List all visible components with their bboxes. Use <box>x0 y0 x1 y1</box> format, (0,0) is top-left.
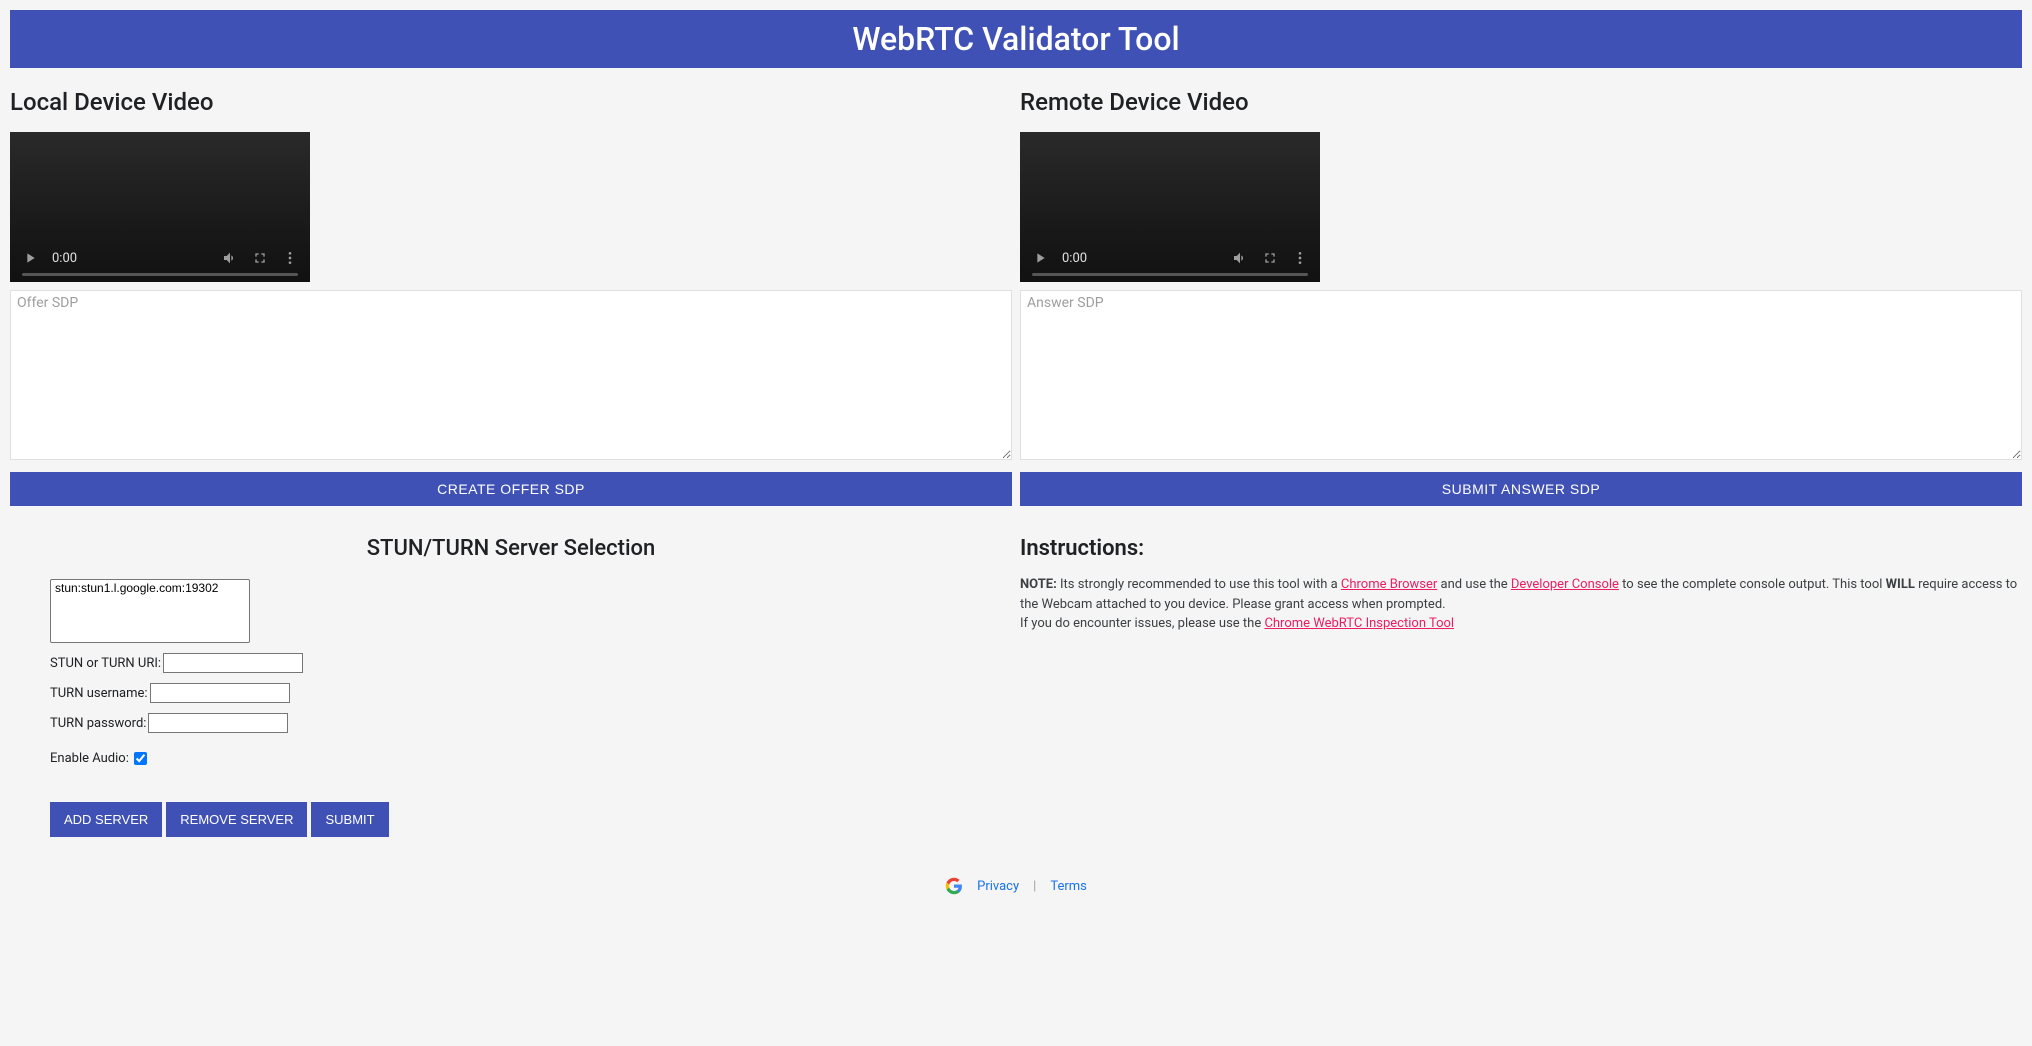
fullscreen-icon[interactable] <box>252 250 268 266</box>
more-icon[interactable] <box>282 250 298 266</box>
more-icon[interactable] <box>1292 250 1308 266</box>
answer-sdp-textarea[interactable] <box>1020 290 2022 460</box>
uri-label: STUN or TURN URI: <box>50 656 161 671</box>
offer-sdp-textarea[interactable] <box>10 290 1012 460</box>
submit-server-button[interactable]: SUBMIT <box>311 802 388 837</box>
server-option[interactable]: stun:stun1.l.google.com:19302 <box>51 580 249 596</box>
local-column: Local Device Video 0:00 <box>10 88 1012 837</box>
page-header: WebRTC Validator Tool <box>10 10 2022 68</box>
chrome-browser-link[interactable]: Chrome Browser <box>1341 577 1437 592</box>
enable-audio-label: Enable Audio: <box>50 751 129 766</box>
instructions-paragraph-2: If you do encounter issues, please use t… <box>1020 614 2022 634</box>
submit-answer-button[interactable]: SUBMIT ANSWER SDP <box>1020 472 2022 506</box>
local-video-time: 0:00 <box>52 251 77 266</box>
remote-video-time: 0:00 <box>1062 251 1087 266</box>
volume-icon[interactable] <box>1232 250 1248 266</box>
play-icon[interactable] <box>1032 250 1048 266</box>
video-progress-bar[interactable] <box>1032 273 1308 276</box>
server-list[interactable]: stun:stun1.l.google.com:19302 <box>50 579 250 643</box>
add-server-button[interactable]: ADD SERVER <box>50 802 162 837</box>
create-offer-button[interactable]: CREATE OFFER SDP <box>10 472 1012 506</box>
remote-column: Remote Device Video 0:00 <box>1020 88 2022 837</box>
note-prefix: NOTE: <box>1020 577 1057 592</box>
instructions-paragraph-1: NOTE: Its strongly recommended to use th… <box>1020 575 2022 614</box>
instructions-section: Instructions: NOTE: Its strongly recomme… <box>1020 536 2022 634</box>
stun-turn-section: STUN/TURN Server Selection stun:stun1.l.… <box>10 536 1012 837</box>
inspection-tool-link[interactable]: Chrome WebRTC Inspection Tool <box>1264 616 1454 631</box>
turn-username-input[interactable] <box>150 683 290 703</box>
remove-server-button[interactable]: REMOVE SERVER <box>166 802 307 837</box>
terms-link[interactable]: Terms <box>1050 879 1087 894</box>
local-video-player[interactable]: 0:00 <box>10 132 310 282</box>
uri-input[interactable] <box>163 653 303 673</box>
page-title: WebRTC Validator Tool <box>852 20 1179 58</box>
turn-password-label: TURN password: <box>50 716 146 731</box>
instructions-title: Instructions: <box>1020 536 2022 561</box>
volume-icon[interactable] <box>222 250 238 266</box>
stun-turn-title: STUN/TURN Server Selection <box>50 536 972 561</box>
turn-username-label: TURN username: <box>50 686 148 701</box>
video-progress-bar[interactable] <box>22 273 298 276</box>
remote-video-title: Remote Device Video <box>1020 88 2022 116</box>
footer: Privacy | Terms <box>10 877 2022 905</box>
developer-console-link[interactable]: Developer Console <box>1511 577 1619 592</box>
google-logo-icon <box>945 877 963 895</box>
remote-video-player[interactable]: 0:00 <box>1020 132 1320 282</box>
footer-separator: | <box>1033 879 1036 894</box>
enable-audio-checkbox[interactable] <box>134 752 147 765</box>
local-video-title: Local Device Video <box>10 88 1012 116</box>
privacy-link[interactable]: Privacy <box>977 879 1019 894</box>
will-text: WILL <box>1886 577 1915 592</box>
play-icon[interactable] <box>22 250 38 266</box>
fullscreen-icon[interactable] <box>1262 250 1278 266</box>
turn-password-input[interactable] <box>148 713 288 733</box>
